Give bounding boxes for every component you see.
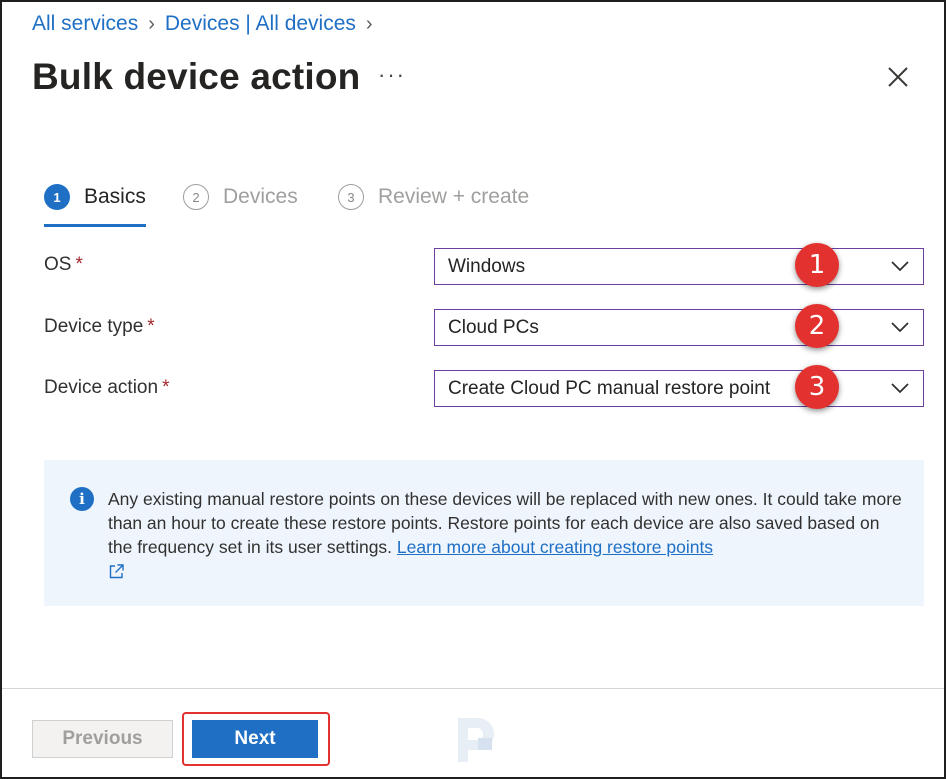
device-action-label: Device action * <box>44 377 169 399</box>
close-icon[interactable] <box>883 62 913 92</box>
ellipsis-icon[interactable]: ··· <box>378 62 406 88</box>
next-button[interactable]: Next <box>192 720 318 758</box>
chevron-right-icon: › <box>148 12 155 35</box>
os-select-value: Windows <box>448 255 526 277</box>
required-marker: * <box>147 316 155 337</box>
breadcrumb-all-services[interactable]: All services <box>32 12 138 36</box>
annotation-badge-2: 2 <box>795 304 839 348</box>
device-action-select[interactable]: Create Cloud PC manual restore point <box>434 370 924 407</box>
step-number: 2 <box>183 184 209 210</box>
previous-button[interactable]: Previous <box>32 720 173 758</box>
chevron-down-icon <box>891 261 909 272</box>
step-number: 3 <box>338 184 364 210</box>
footer-divider <box>2 688 944 689</box>
os-label-text: OS <box>44 254 72 275</box>
tab-label: Basics <box>84 185 146 208</box>
device-type-label: Device type * <box>44 316 155 338</box>
annotation-badge-3: 3 <box>795 365 839 409</box>
device-type-select-value: Cloud PCs <box>448 316 539 338</box>
info-icon: i <box>70 487 94 511</box>
chevron-down-icon <box>891 322 909 333</box>
info-message: Any existing manual restore points on th… <box>108 487 908 583</box>
chevron-down-icon <box>891 383 909 394</box>
required-marker: * <box>162 377 170 398</box>
os-select[interactable]: Windows <box>434 248 924 285</box>
external-link-icon[interactable] <box>108 563 125 580</box>
step-number: 1 <box>44 184 70 210</box>
blade-panel: All services › Devices | All devices › B… <box>0 0 946 779</box>
active-tab-indicator <box>44 224 146 227</box>
breadcrumb: All services › Devices | All devices › <box>32 12 373 36</box>
tab-basics[interactable]: 1 Basics <box>44 184 146 210</box>
tab-review-create[interactable]: 3 Review + create <box>338 184 529 210</box>
annotation-badge-1: 1 <box>795 243 839 287</box>
device-type-label-text: Device type <box>44 316 144 337</box>
page-title: Bulk device action <box>32 56 361 97</box>
device-type-select[interactable]: Cloud PCs <box>434 309 924 346</box>
watermark-logo-icon <box>458 718 494 762</box>
required-marker: * <box>75 254 83 275</box>
chevron-right-icon: › <box>365 12 373 35</box>
info-message-bar: i Any existing manual restore points on … <box>44 460 924 606</box>
breadcrumb-devices[interactable]: Devices | All devices <box>165 12 356 36</box>
tab-label: Devices <box>223 185 298 208</box>
os-label: OS * <box>44 254 83 276</box>
device-action-select-value: Create Cloud PC manual restore point <box>448 377 771 399</box>
tab-devices[interactable]: 2 Devices <box>183 184 298 210</box>
tab-label: Review + create <box>378 185 530 208</box>
learn-more-link[interactable]: Learn more about creating restore points <box>397 537 713 557</box>
device-action-label-text: Device action <box>44 377 159 398</box>
